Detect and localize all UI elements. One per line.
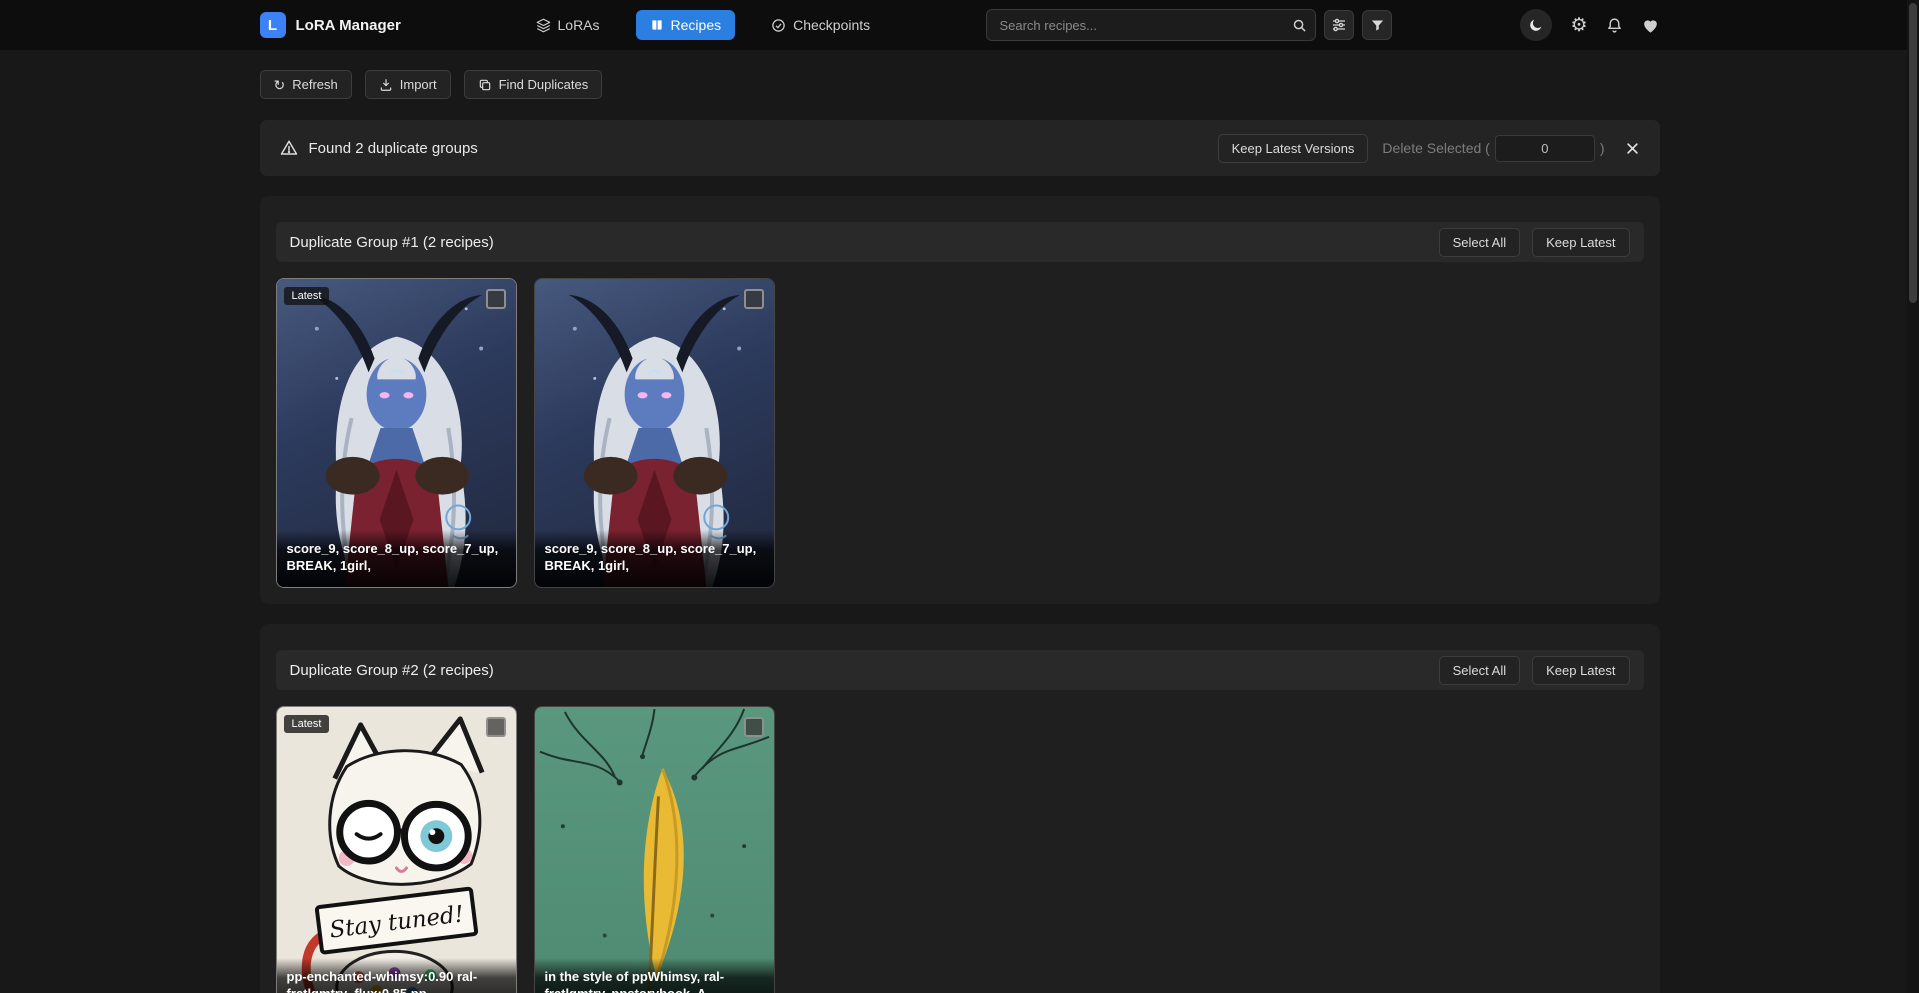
recipe-card[interactable]: Stay tuned! Latest pp-enchanted-whimsy:0…	[276, 706, 517, 993]
toolbar: ↻ Refresh Import Find Duplicates	[260, 70, 1660, 99]
recipe-card[interactable]: in the style of ppWhimsy, ral-frctlgmtry…	[534, 706, 775, 993]
delete-selected-prefix: Delete Selected (	[1382, 140, 1489, 156]
select-all-label: Select All	[1453, 663, 1506, 678]
tab-checkpoints[interactable]: Checkpoints	[761, 11, 880, 39]
find-duplicates-label: Find Duplicates	[499, 77, 589, 92]
book-icon	[650, 18, 664, 32]
theme-moon-icon[interactable]	[1520, 9, 1552, 41]
import-icon	[379, 78, 393, 92]
settings-gear-icon[interactable]: ⚙	[1570, 16, 1587, 35]
search-input[interactable]	[986, 9, 1316, 41]
group-2-keep-latest-button[interactable]: Keep Latest	[1532, 656, 1629, 685]
nav-tabs: LoRAs Recipes Checkpoints	[526, 10, 881, 40]
card-checkbox[interactable]	[744, 289, 764, 309]
tab-loras-label: LoRAs	[558, 17, 600, 33]
group-1-keep-latest-button[interactable]: Keep Latest	[1532, 228, 1629, 257]
filter-funnel-icon[interactable]	[1362, 10, 1392, 40]
recipe-card[interactable]: Latest score_9, score_8_up, score_7_up, …	[276, 278, 517, 588]
brand: L LoRA Manager	[260, 12, 490, 38]
group-1-select-all-button[interactable]: Select All	[1439, 228, 1520, 257]
check-circle-icon	[771, 18, 786, 33]
tab-checkpoints-label: Checkpoints	[793, 17, 870, 33]
sliders-icon[interactable]	[1324, 10, 1354, 40]
duplicate-group-2-panel: Duplicate Group #2 (2 recipes) Select Al…	[260, 624, 1660, 993]
refresh-icon: ↻	[274, 78, 286, 92]
latest-badge: Latest	[284, 287, 330, 305]
favorites-heart-icon[interactable]	[1641, 16, 1660, 35]
alert-message: Found 2 duplicate groups	[309, 140, 478, 157]
warning-icon	[280, 139, 298, 157]
card-caption: score_9, score_8_up, score_7_up, BREAK, …	[535, 530, 774, 587]
scrollbar-track[interactable]	[1907, 0, 1919, 993]
group-2-header: Duplicate Group #2 (2 recipes) Select Al…	[276, 650, 1644, 690]
card-caption: in the style of ppWhimsy, ral-frctlgmtry…	[535, 958, 774, 993]
keep-latest-versions-button[interactable]: Keep Latest Versions	[1218, 134, 1369, 163]
import-label: Import	[400, 77, 437, 92]
notifications-bell-icon[interactable]	[1606, 17, 1623, 34]
keep-latest-label: Keep Latest	[1546, 663, 1615, 678]
group-2-select-all-button[interactable]: Select All	[1439, 656, 1520, 685]
group-1-cards: Latest score_9, score_8_up, score_7_up, …	[276, 278, 1644, 588]
delete-selected-control: Delete Selected ( )	[1382, 135, 1604, 162]
tab-recipes[interactable]: Recipes	[636, 10, 736, 40]
refresh-label: Refresh	[292, 77, 338, 92]
select-all-label: Select All	[1453, 235, 1506, 250]
refresh-button[interactable]: ↻ Refresh	[260, 70, 352, 99]
duplicates-alert-banner: Found 2 duplicate groups Keep Latest Ver…	[260, 120, 1660, 176]
tab-recipes-label: Recipes	[671, 17, 722, 33]
tab-loras[interactable]: LoRAs	[526, 11, 610, 39]
app-logo: L	[260, 12, 286, 38]
delete-selected-suffix: )	[1600, 140, 1605, 156]
group-2-title: Duplicate Group #2 (2 recipes)	[290, 662, 494, 679]
scrollbar-thumb[interactable]	[1909, 3, 1917, 303]
find-duplicates-button[interactable]: Find Duplicates	[464, 70, 603, 99]
recipe-card[interactable]: score_9, score_8_up, score_7_up, BREAK, …	[534, 278, 775, 588]
latest-badge: Latest	[284, 715, 330, 733]
card-checkbox[interactable]	[744, 717, 764, 737]
keep-latest-versions-label: Keep Latest Versions	[1232, 141, 1355, 156]
card-caption: pp-enchanted-whimsy:0.90 ral-frctlgmtry_…	[277, 958, 516, 993]
delete-count-input[interactable]	[1495, 135, 1595, 162]
card-checkbox[interactable]	[486, 289, 506, 309]
nav-right-icons: ⚙	[1520, 9, 1659, 41]
duplicates-icon	[478, 78, 492, 92]
import-button[interactable]: Import	[365, 70, 451, 99]
recipe-image-yellow-feather	[535, 707, 774, 993]
top-nav: L LoRA Manager LoRAs Recipes Checkpoi	[0, 0, 1919, 50]
card-caption: score_9, score_8_up, score_7_up, BREAK, …	[277, 530, 516, 587]
keep-latest-label: Keep Latest	[1546, 235, 1615, 250]
card-checkbox[interactable]	[486, 717, 506, 737]
close-icon[interactable]	[1625, 141, 1640, 156]
duplicate-group-1-panel: Duplicate Group #1 (2 recipes) Select Al…	[260, 196, 1660, 604]
search-area	[986, 9, 1392, 41]
group-2-cards: Stay tuned! Latest pp-enchanted-whimsy:0…	[276, 706, 1644, 993]
recipe-image-whimsical-cat: Stay tuned!	[277, 707, 516, 993]
group-1-header: Duplicate Group #1 (2 recipes) Select Al…	[276, 222, 1644, 262]
search-icon[interactable]	[1286, 13, 1312, 37]
group-1-title: Duplicate Group #1 (2 recipes)	[290, 234, 494, 251]
layers-icon	[536, 18, 551, 33]
app-title: LoRA Manager	[296, 17, 401, 34]
